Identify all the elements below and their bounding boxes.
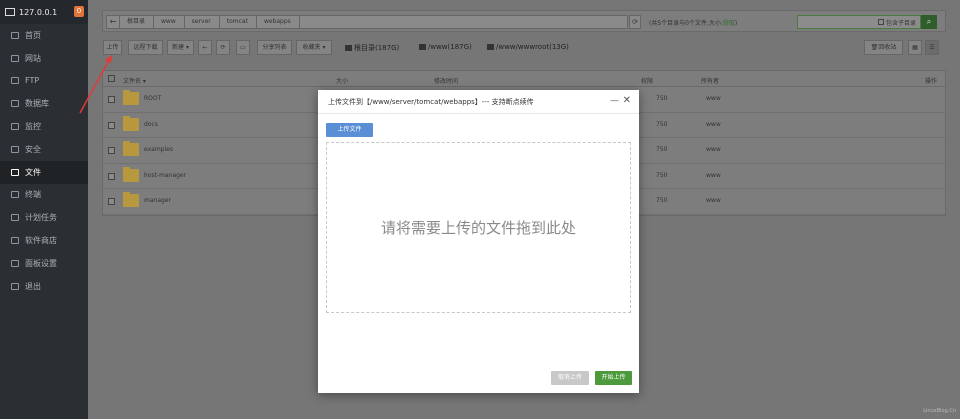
dropzone-text: 请将需要上传的文件拖到此处: [380, 219, 576, 237]
minimize-icon[interactable]: —: [610, 96, 619, 106]
cancel-upload-button[interactable]: 取消上传: [551, 371, 589, 385]
upload-file-button[interactable]: 上传文件: [326, 123, 373, 137]
close-icon[interactable]: ✕: [623, 95, 631, 106]
drop-zone[interactable]: 请将需要上传的文件拖到此处: [326, 142, 631, 313]
arrow-upload: [79, 59, 110, 114]
upload-dialog: 上传文件到【/www/server/tomcat/webapps】--- 支持断…: [318, 90, 639, 393]
start-upload-button[interactable]: 开始上传: [595, 371, 632, 385]
dialog-title: 上传文件到【/www/server/tomcat/webapps】--- 支持断…: [318, 90, 639, 114]
